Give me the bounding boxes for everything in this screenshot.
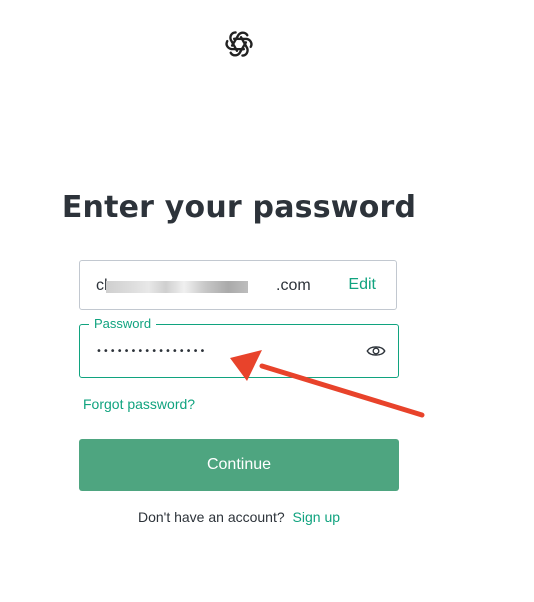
- email-suffix: .com: [276, 277, 311, 294]
- password-label: Password: [89, 316, 157, 331]
- eye-icon[interactable]: [366, 343, 386, 359]
- signup-prompt: Don't have an account?: [137, 509, 285, 525]
- forgot-password-link[interactable]: Forgot password?: [83, 396, 195, 412]
- signup-row: Don't have an account? Sign up: [0, 509, 478, 525]
- openai-logo-icon: [225, 31, 253, 57]
- email-redaction: [106, 281, 248, 293]
- email-display-field: ch .com Edit: [79, 260, 397, 310]
- edit-email-link[interactable]: Edit: [348, 276, 376, 294]
- password-field[interactable]: Password: [79, 316, 399, 378]
- page-title: Enter your password: [61, 190, 417, 225]
- signup-link[interactable]: Sign up: [293, 509, 340, 525]
- password-input[interactable]: [96, 339, 346, 363]
- continue-button[interactable]: Continue: [79, 439, 399, 491]
